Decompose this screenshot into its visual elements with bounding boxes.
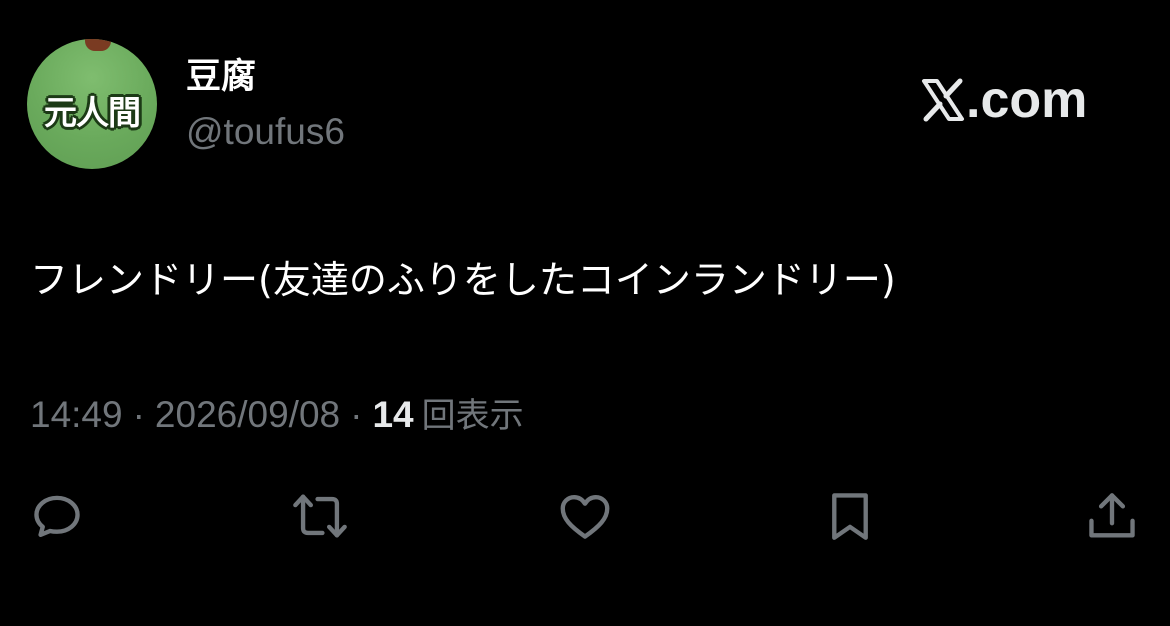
retweet-icon — [293, 494, 347, 538]
avatar-decoration — [85, 39, 111, 51]
x-logo-icon — [922, 78, 964, 122]
meta-separator: · — [350, 394, 363, 435]
tweet-text: フレンドリー(友達のふりをしたコインランドリー) — [30, 258, 896, 302]
meta-separator: · — [132, 394, 145, 435]
reply-icon — [34, 495, 80, 538]
views-label: 回表示 — [421, 396, 524, 436]
brand-logo: .com — [918, 70, 1087, 130]
tweet-meta: 14:49 · 2026/09/08 · 14 回表示 — [30, 392, 524, 439]
views-count: 14 — [372, 394, 414, 435]
share-button[interactable] — [1082, 486, 1142, 546]
tweet-card: 元人間 豆腐 @toufus6 .com フレンドリー(友達のふりをしたコインラ… — [0, 0, 1170, 626]
like-button[interactable] — [555, 486, 615, 546]
display-name[interactable]: 豆腐 — [186, 57, 256, 97]
user-handle[interactable]: @toufus6 — [186, 111, 345, 153]
bookmark-button[interactable] — [820, 486, 880, 546]
reply-button[interactable] — [27, 486, 87, 546]
avatar[interactable]: 元人間 — [27, 39, 157, 169]
avatar-text: 元人間 — [44, 93, 141, 132]
brand-text: .com — [966, 71, 1088, 129]
heart-icon — [560, 494, 610, 539]
tweet-time[interactable]: 14:49 — [30, 394, 123, 435]
share-icon — [1089, 493, 1135, 538]
retweet-button[interactable] — [290, 486, 350, 546]
bookmark-icon — [832, 493, 868, 540]
tweet-date[interactable]: 2026/09/08 — [155, 394, 340, 435]
